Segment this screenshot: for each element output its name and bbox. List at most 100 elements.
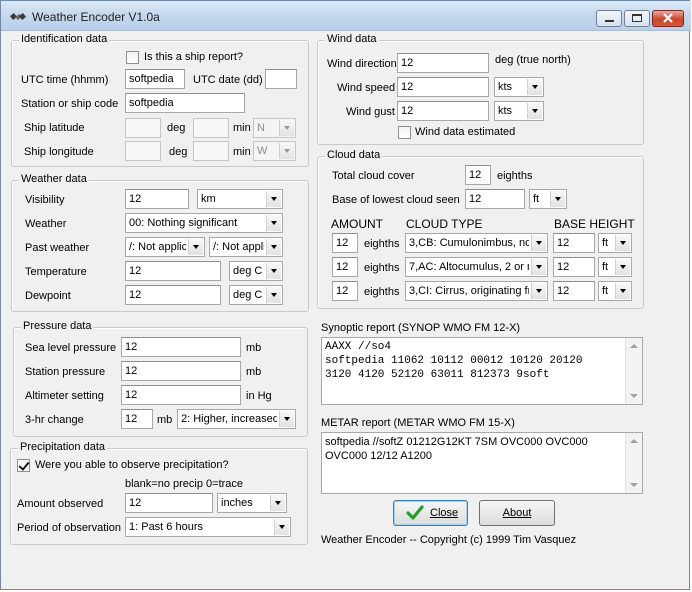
dewpoint-unit-value: deg C bbox=[233, 289, 263, 301]
cloud-height-unit-select[interactable]: ft bbox=[598, 233, 632, 253]
sea-level-pressure-field[interactable]: 12 bbox=[121, 337, 241, 357]
synop-report-textarea[interactable]: AAXX //so4 softpedia 11062 10112 00012 1… bbox=[321, 337, 643, 405]
lowest-base-unit-select[interactable]: ft bbox=[529, 189, 567, 209]
weather-select[interactable]: 00: Nothing significant bbox=[125, 213, 283, 233]
total-cover-field[interactable]: 12 bbox=[465, 165, 491, 185]
altimeter-field[interactable]: 12 bbox=[121, 385, 241, 405]
metar-scrollbar[interactable] bbox=[625, 433, 642, 493]
visibility-label: Visibility bbox=[25, 194, 65, 206]
cloud-amount-field[interactable]: 12 bbox=[332, 257, 358, 277]
cloud-height-unit-value: ft bbox=[602, 237, 609, 249]
lowest-base-field[interactable]: 12 bbox=[465, 189, 525, 209]
station-code-field[interactable]: softpedia bbox=[125, 93, 245, 113]
dewpoint-unit-select[interactable]: deg C bbox=[229, 285, 283, 305]
wind-gust-field[interactable]: 12 bbox=[397, 101, 489, 121]
station-pressure-field[interactable]: 12 bbox=[121, 361, 241, 381]
ship-latitude-label: Ship latitude bbox=[24, 122, 85, 134]
longitude-min-unit: min bbox=[233, 146, 251, 158]
maximize-icon bbox=[632, 14, 642, 22]
cloud-amount-field[interactable]: 12 bbox=[332, 233, 358, 253]
wind-gust-unit-select[interactable]: kts bbox=[494, 101, 544, 121]
chevron-down-icon bbox=[266, 215, 281, 231]
checkmark-icon bbox=[406, 505, 424, 520]
cloud-height-field[interactable]: 12 bbox=[553, 233, 595, 253]
dewpoint-field[interactable]: 12 bbox=[125, 285, 221, 305]
temperature-field[interactable]: 12 bbox=[125, 261, 221, 281]
wind-gust-unit-value: kts bbox=[498, 105, 513, 117]
chevron-down-icon bbox=[531, 259, 546, 275]
longitude-deg-field[interactable] bbox=[125, 141, 161, 161]
cloud-type-select[interactable]: 7,AC: Altocumulus, 2 or m bbox=[405, 257, 548, 277]
station-pressure-unit: mb bbox=[246, 366, 262, 378]
synop-scrollbar[interactable] bbox=[625, 338, 642, 404]
dewpoint-label: Dewpoint bbox=[25, 290, 71, 302]
cloud-amount-unit: eighths bbox=[364, 262, 400, 274]
chevron-down-icon bbox=[188, 239, 203, 255]
chevron-down-icon bbox=[527, 103, 542, 119]
wind-speed-field[interactable]: 12 bbox=[397, 77, 489, 97]
period-select[interactable]: 1: Past 6 hours bbox=[125, 517, 291, 537]
chevron-down-icon bbox=[615, 283, 630, 299]
chevron-down-icon bbox=[266, 191, 281, 207]
utc-date-label: UTC date (dd) bbox=[193, 74, 263, 86]
pressure-change-field[interactable]: 12 bbox=[121, 409, 153, 429]
past-weather-select-2[interactable]: /: Not appli bbox=[209, 237, 283, 257]
pressure-tendency-select[interactable]: 2: Higher, increased bbox=[177, 409, 296, 429]
longitude-min-field[interactable] bbox=[193, 141, 229, 161]
maximize-button[interactable] bbox=[624, 10, 650, 27]
wind-speed-unit-select[interactable]: kts bbox=[494, 77, 544, 97]
latitude-hemisphere-select[interactable]: N bbox=[253, 118, 296, 138]
longitude-hemisphere-select[interactable]: W bbox=[253, 141, 296, 161]
total-cover-unit: eighths bbox=[497, 170, 533, 182]
visibility-unit-select[interactable]: km bbox=[197, 189, 283, 209]
close-button[interactable]: Close bbox=[393, 500, 468, 526]
cloud-height-unit-select[interactable]: ft bbox=[598, 281, 632, 301]
cloud-amount-unit: eighths bbox=[364, 286, 400, 298]
cloud-amount-field[interactable]: 12 bbox=[332, 281, 358, 301]
visibility-field[interactable]: 12 bbox=[125, 189, 189, 209]
cloud-type-select[interactable]: 3,CI: Cirrus, originating fro bbox=[405, 281, 548, 301]
wind-direction-field[interactable]: 12 bbox=[397, 53, 489, 73]
identification-legend: Identification data bbox=[19, 33, 110, 45]
cloud-height-field[interactable]: 12 bbox=[553, 281, 595, 301]
scroll-down-icon bbox=[630, 483, 638, 487]
temperature-unit-select[interactable]: deg C bbox=[229, 261, 283, 281]
station-pressure-label: Station pressure bbox=[25, 366, 106, 378]
weather-legend: Weather data bbox=[19, 173, 89, 185]
lowest-base-unit-value: ft bbox=[533, 193, 540, 205]
chevron-down-icon bbox=[274, 519, 289, 535]
cloud-type-select[interactable]: 3,CB: Cumulonimbus, no a bbox=[405, 233, 548, 253]
chevron-down-icon bbox=[266, 239, 281, 255]
precip-unit-select[interactable]: inches bbox=[217, 493, 287, 513]
utc-time-field[interactable]: softpedia bbox=[125, 69, 185, 89]
cloud-height-unit-value: ft bbox=[602, 261, 609, 273]
cloud-height-unit-select[interactable]: ft bbox=[598, 257, 632, 277]
about-button[interactable]: About bbox=[479, 500, 555, 526]
metar-report-textarea[interactable]: softpedia //softZ 01212G12KT 7SM OVC000 … bbox=[321, 432, 643, 494]
title-bar[interactable]: Weather Encoder V1.0a bbox=[1, 1, 691, 31]
cloud-height-field[interactable]: 12 bbox=[553, 257, 595, 277]
utc-date-field[interactable] bbox=[265, 69, 297, 89]
window-close-button[interactable] bbox=[652, 10, 684, 27]
scroll-down-icon bbox=[630, 394, 638, 398]
utc-time-label: UTC time (hhmm) bbox=[21, 74, 109, 86]
period-label: Period of observation bbox=[17, 522, 121, 534]
observed-precip-checkbox[interactable] bbox=[17, 459, 30, 472]
pressure-legend: Pressure data bbox=[21, 320, 94, 332]
weather-label: Weather bbox=[25, 218, 67, 230]
chevron-down-icon bbox=[279, 120, 294, 136]
minimize-button[interactable] bbox=[596, 10, 622, 27]
wind-direction-unit: deg (true north) bbox=[495, 54, 571, 66]
ship-report-checkbox[interactable] bbox=[126, 51, 139, 64]
cloud-height-unit-value: ft bbox=[602, 285, 609, 297]
temperature-label: Temperature bbox=[25, 266, 87, 278]
wind-estimated-checkbox[interactable] bbox=[398, 126, 411, 139]
precip-amount-field[interactable]: 12 bbox=[125, 493, 213, 513]
cloud-type-value: 7,AC: Altocumulus, 2 or m bbox=[409, 261, 529, 273]
latitude-min-field[interactable] bbox=[193, 118, 229, 138]
latitude-deg-field[interactable] bbox=[125, 118, 161, 138]
base-height-column-header: BASE HEIGHT bbox=[554, 217, 635, 231]
period-value: 1: Past 6 hours bbox=[129, 521, 203, 533]
synop-line-3: 3120 4120 52120 63011 812373 9soft bbox=[325, 369, 550, 381]
past-weather-select-1[interactable]: /: Not applic bbox=[125, 237, 205, 257]
